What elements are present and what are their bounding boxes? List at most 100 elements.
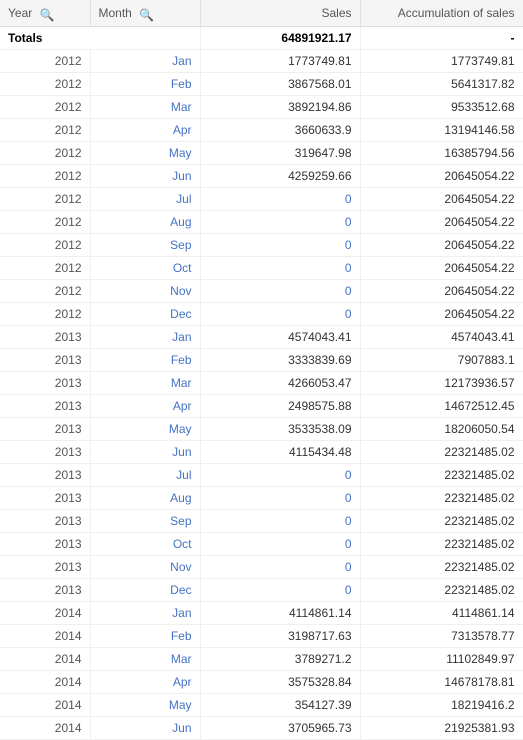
- table-row: 2013 Oct 0 22321485.02: [0, 533, 523, 556]
- sales-cell: 3892194.86: [200, 96, 360, 119]
- main-table-container: Year 🔍 Month 🔍 Sales Accumulation of sal…: [0, 0, 523, 740]
- accum-cell: 22321485.02: [360, 533, 523, 556]
- month-search-icon[interactable]: 🔍: [139, 8, 151, 20]
- year-cell: 2012: [0, 257, 90, 280]
- accum-cell: 5641317.82: [360, 73, 523, 96]
- year-cell: 2012: [0, 73, 90, 96]
- year-cell: 2014: [0, 625, 90, 648]
- table-row: 2013 Mar 4266053.47 12173936.57: [0, 372, 523, 395]
- table-row: 2013 Apr 2498575.88 14672512.45: [0, 395, 523, 418]
- month-cell: Oct: [90, 533, 200, 556]
- sales-cell: 0: [200, 510, 360, 533]
- accum-cell: 14672512.45: [360, 395, 523, 418]
- month-cell: Jun: [90, 441, 200, 464]
- sales-cell: 4259259.66: [200, 165, 360, 188]
- month-cell: Sep: [90, 510, 200, 533]
- year-cell: 2014: [0, 717, 90, 740]
- accum-cell: 20645054.22: [360, 280, 523, 303]
- sales-cell: 0: [200, 487, 360, 510]
- sales-cell: 0: [200, 257, 360, 280]
- year-search-icon[interactable]: 🔍: [40, 8, 52, 20]
- accum-cell: 20645054.22: [360, 303, 523, 326]
- accum-cell: 22321485.02: [360, 556, 523, 579]
- accum-cell: 13194146.58: [360, 119, 523, 142]
- table-row: 2012 Oct 0 20645054.22: [0, 257, 523, 280]
- table-row: 2013 Feb 3333839.69 7907883.1: [0, 349, 523, 372]
- accum-cell: 12173936.57: [360, 372, 523, 395]
- month-cell: Sep: [90, 234, 200, 257]
- month-cell: Feb: [90, 73, 200, 96]
- month-cell: Apr: [90, 395, 200, 418]
- accum-cell: 4574043.41: [360, 326, 523, 349]
- year-cell: 2012: [0, 188, 90, 211]
- year-cell: 2014: [0, 602, 90, 625]
- year-cell: 2013: [0, 579, 90, 602]
- year-cell: 2012: [0, 119, 90, 142]
- year-cell: 2014: [0, 648, 90, 671]
- month-cell: Apr: [90, 671, 200, 694]
- sales-cell: 0: [200, 464, 360, 487]
- month-cell: May: [90, 694, 200, 717]
- sales-cell: 0: [200, 280, 360, 303]
- year-cell: 2013: [0, 533, 90, 556]
- year-cell: 2012: [0, 303, 90, 326]
- month-cell: Mar: [90, 372, 200, 395]
- sales-label: Sales: [321, 6, 351, 20]
- table-row: 2014 May 354127.39 18219416.2: [0, 694, 523, 717]
- year-cell: 2012: [0, 234, 90, 257]
- sales-column-header: Sales: [200, 0, 360, 27]
- sales-cell: 4114861.14: [200, 602, 360, 625]
- year-cell: 2013: [0, 487, 90, 510]
- table-row: 2012 May 319647.98 16385794.56: [0, 142, 523, 165]
- month-cell: Nov: [90, 556, 200, 579]
- table-row: 2013 Jan 4574043.41 4574043.41: [0, 326, 523, 349]
- year-cell: 2013: [0, 395, 90, 418]
- totals-sales: 64891921.17: [200, 27, 360, 50]
- sales-cell: 3333839.69: [200, 349, 360, 372]
- year-cell: 2012: [0, 96, 90, 119]
- data-table: Year 🔍 Month 🔍 Sales Accumulation of sal…: [0, 0, 523, 740]
- year-cell: 2013: [0, 464, 90, 487]
- table-header-row: Year 🔍 Month 🔍 Sales Accumulation of sal…: [0, 0, 523, 27]
- sales-cell: 3575328.84: [200, 671, 360, 694]
- accum-cell: 22321485.02: [360, 510, 523, 533]
- year-column-header: Year 🔍: [0, 0, 90, 27]
- accum-cell: 22321485.02: [360, 579, 523, 602]
- accum-cell: 7313578.77: [360, 625, 523, 648]
- sales-cell: 4266053.47: [200, 372, 360, 395]
- totals-accum: -: [360, 27, 523, 50]
- table-row: 2012 Jul 0 20645054.22: [0, 188, 523, 211]
- year-cell: 2013: [0, 510, 90, 533]
- accum-cell: 20645054.22: [360, 234, 523, 257]
- sales-cell: 4574043.41: [200, 326, 360, 349]
- table-row: 2012 Apr 3660633.9 13194146.58: [0, 119, 523, 142]
- year-cell: 2013: [0, 349, 90, 372]
- sales-cell: 3198717.63: [200, 625, 360, 648]
- accum-cell: 11102849.97: [360, 648, 523, 671]
- sales-cell: 0: [200, 303, 360, 326]
- sales-cell: 0: [200, 211, 360, 234]
- table-row: 2012 Dec 0 20645054.22: [0, 303, 523, 326]
- sales-cell: 0: [200, 188, 360, 211]
- sales-cell: 2498575.88: [200, 395, 360, 418]
- year-cell: 2013: [0, 556, 90, 579]
- accum-cell: 22321485.02: [360, 464, 523, 487]
- table-row: 2012 Nov 0 20645054.22: [0, 280, 523, 303]
- totals-label-cell: Totals: [0, 27, 200, 50]
- year-cell: 2012: [0, 142, 90, 165]
- table-row: 2013 Jul 0 22321485.02: [0, 464, 523, 487]
- table-row: 2012 Sep 0 20645054.22: [0, 234, 523, 257]
- year-cell: 2014: [0, 694, 90, 717]
- year-cell: 2013: [0, 372, 90, 395]
- accum-cell: 20645054.22: [360, 211, 523, 234]
- accum-cell: 22321485.02: [360, 487, 523, 510]
- month-cell: Jun: [90, 717, 200, 740]
- sales-cell: 0: [200, 234, 360, 257]
- month-cell: Oct: [90, 257, 200, 280]
- year-cell: 2013: [0, 418, 90, 441]
- table-row: 2013 May 3533538.09 18206050.54: [0, 418, 523, 441]
- table-row: 2012 Jan 1773749.81 1773749.81: [0, 50, 523, 73]
- month-cell: Jul: [90, 464, 200, 487]
- accum-cell: 4114861.14: [360, 602, 523, 625]
- table-row: 2014 Jan 4114861.14 4114861.14: [0, 602, 523, 625]
